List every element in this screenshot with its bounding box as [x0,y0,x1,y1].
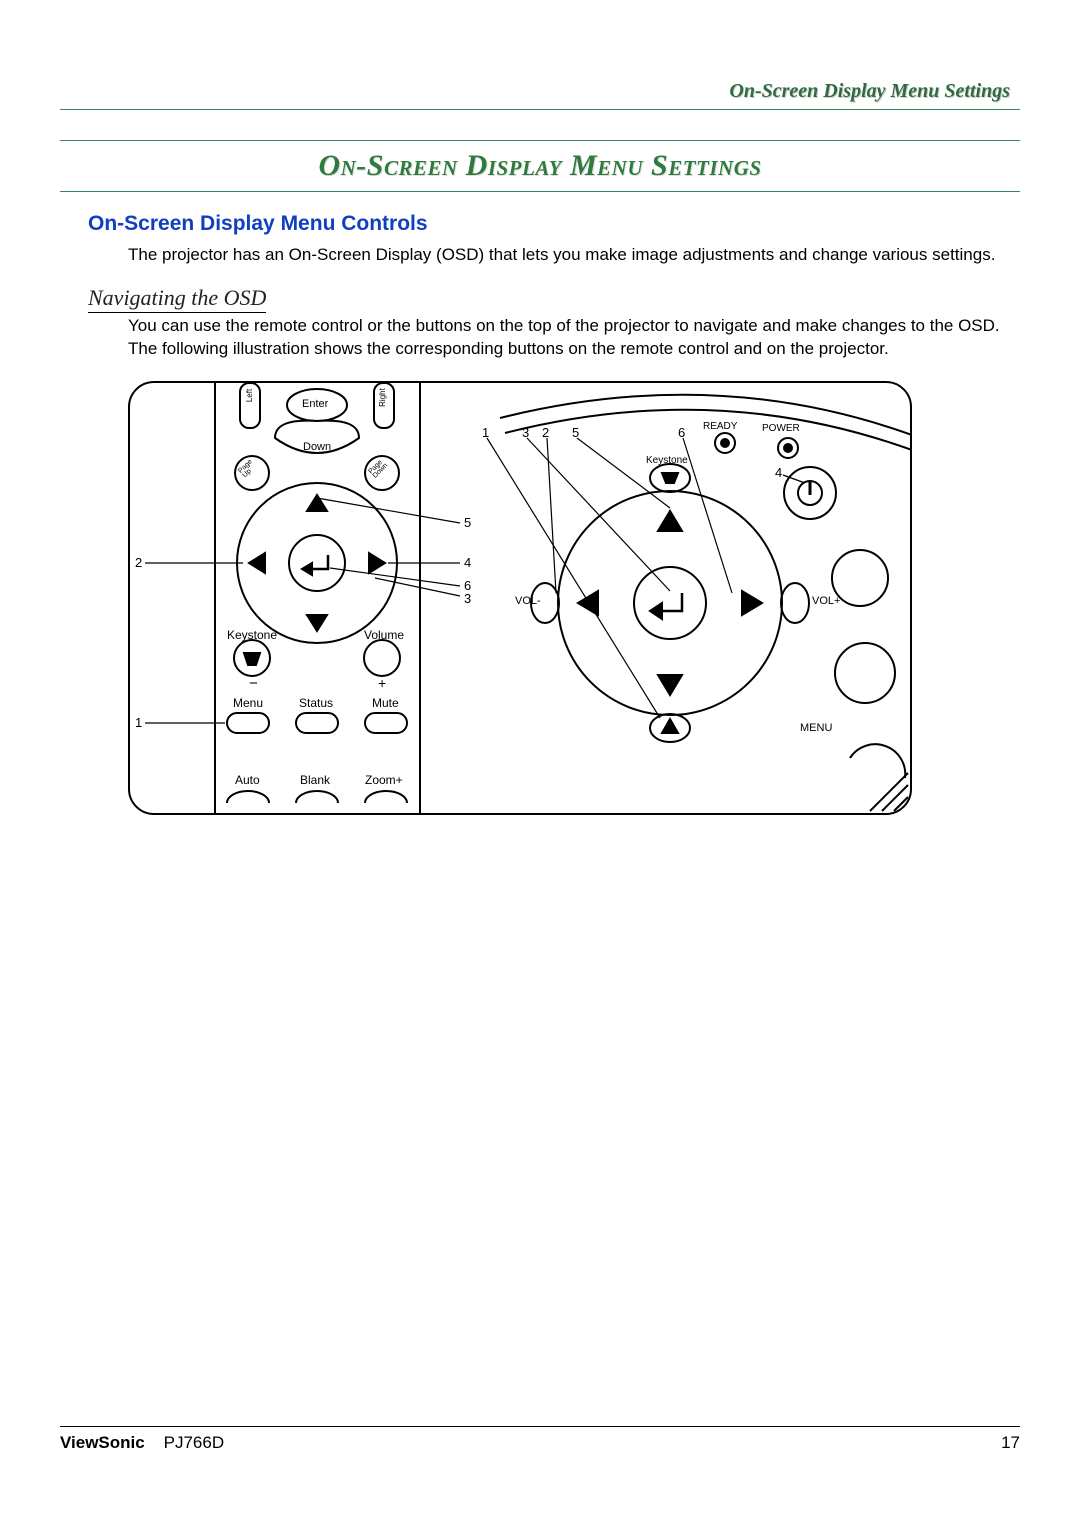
title-bar: On-Screen Display Menu Settings [60,140,1020,192]
callout-proj-1: 1 [482,425,489,440]
callout-remote-1: 1 [135,715,142,730]
header-breadcrumb: On-Screen Display Menu Settings [60,80,1020,103]
callout-proj-4: 4 [775,465,782,480]
page-footer: ViewSonic PJ766D 17 [60,1426,1020,1453]
remote-keystone-label: Keystone [227,628,277,642]
remote-right-label: Right [378,388,387,407]
projector-menu-label: MENU [800,722,832,734]
footer-page-number: 17 [1001,1433,1020,1453]
callout-proj-2: 2 [542,425,549,440]
callout-proj-5: 5 [572,425,579,440]
section-heading-navigating: Navigating the OSD [88,285,1020,313]
remote-auto-label: Auto [235,773,260,787]
remote-volume-label: Volume [364,628,404,642]
callout-remote-3: 3 [464,591,471,606]
projector-power-label: POWER [762,423,800,434]
remote-enter-label: Enter [302,398,328,410]
remote-mute-label: Mute [372,696,399,710]
remote-status-label: Status [299,696,333,710]
remote-plus-label: + [378,675,386,691]
section-body-controls: The projector has an On-Screen Display (… [128,244,1008,267]
callout-remote-5: 5 [464,515,471,530]
section-heading-controls: On-Screen Display Menu Controls [88,212,1020,236]
callout-proj-3: 3 [522,425,529,440]
illustration: Enter Down Left Right PageUp PageDown Ke… [128,381,912,815]
callout-proj-6: 6 [678,425,685,440]
callout-remote-4: 4 [464,555,471,570]
callout-remote-2: 2 [135,555,142,570]
remote-left-label: Left [245,389,254,402]
projector-volplus-label: VOL+ [812,595,840,607]
projector-keystone-label: Keystone [646,455,688,466]
remote-minus-label: − [249,675,258,692]
page-title: On-Screen Display Menu Settings [318,149,761,182]
projector-ready-label: READY [703,421,737,432]
remote-blank-label: Blank [300,773,330,787]
remote-down-label: Down [303,441,331,453]
projector-volminus-label: VOL- [515,595,541,607]
footer-model: PJ766D [164,1433,224,1452]
header-divider [60,109,1020,110]
remote-menu-label: Menu [233,696,263,710]
section-body-navigating: You can use the remote control or the bu… [128,315,1008,361]
remote-zoomplus-label: Zoom+ [365,773,403,787]
footer-brand: ViewSonic [60,1433,145,1452]
